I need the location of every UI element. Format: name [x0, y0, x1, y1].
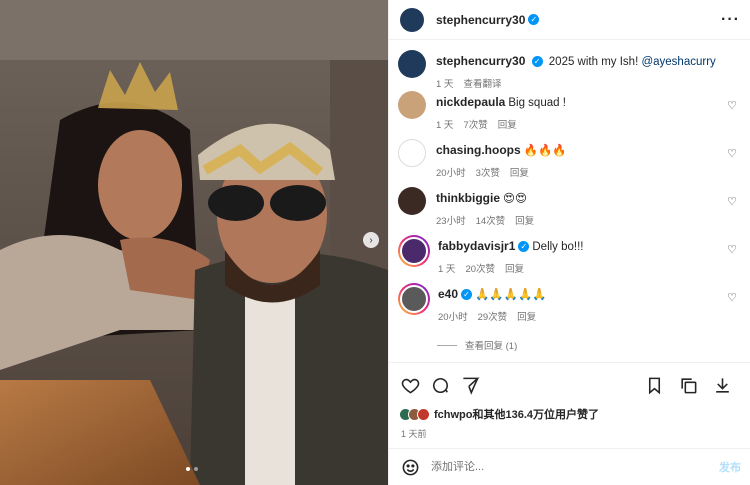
photo-dot [194, 467, 198, 471]
photo-illustration [0, 0, 388, 485]
commenter-avatar[interactable] [400, 285, 428, 313]
chevron-right-icon: › [369, 234, 373, 246]
caption-author[interactable]: stephencurry30 [436, 54, 525, 68]
photo-next-button[interactable]: › [363, 232, 379, 248]
comment-text: 😍😍 [503, 193, 527, 205]
comment-row: chasing.hoops 🔥🔥🔥 20小时 3次赞 回复 ♡ [398, 139, 743, 179]
commenter-avatar[interactable] [398, 139, 426, 167]
caption-author-avatar[interactable] [398, 50, 426, 78]
smile-icon[interactable] [399, 456, 421, 478]
post-comment-button[interactable]: 发布 [719, 459, 741, 475]
send-icon[interactable] [459, 374, 481, 396]
comment-row: thinkbiggie 😍😍 23小时 14次赞 回复 ♡ [398, 187, 743, 227]
comment-composer: 发布 [389, 448, 750, 485]
comment-meta: 20小时 29次赞 回复 [438, 309, 547, 323]
reply-button[interactable]: 回复 [498, 117, 517, 131]
comment-text: 🔥🔥🔥 [523, 145, 567, 157]
comment-likes[interactable]: 20次赞 [465, 261, 495, 275]
verified-badge-icon: ✓ [518, 241, 530, 253]
commenter-username[interactable]: fabbydavisjr1 [438, 239, 515, 253]
photo-pagination-dots [186, 467, 198, 471]
action-bar-right [643, 374, 741, 396]
caption-mention[interactable]: @ayeshacurry [641, 56, 715, 68]
author-username[interactable]: stephencurry30 [436, 13, 525, 27]
reply-button[interactable]: 回复 [517, 309, 536, 323]
comment-like-heart-icon[interactable]: ♡ [727, 291, 737, 304]
caption-row: stephencurry30 ✓ 2025 with my Ish! @ayes… [398, 50, 743, 90]
verified-badge-icon: ✓ [528, 14, 540, 25]
story-ring[interactable] [398, 235, 430, 267]
copy-icon[interactable] [677, 374, 699, 396]
comment-meta: 20小时 3次赞 回复 [436, 165, 567, 179]
heart-icon[interactable] [399, 374, 421, 396]
post-header: stephencurry30 ✓ ··· [389, 0, 750, 40]
likes-summary[interactable]: fchwpo和其他136.4万位用户赞了 [399, 406, 599, 422]
comment-row: e40 ✓ 🙏🙏🙏🙏🙏 20小时 29次赞 回复 ♡ [398, 283, 743, 323]
comment-text: 🙏🙏🙏🙏🙏 [475, 289, 547, 301]
comment-likes[interactable]: 3次赞 [476, 165, 500, 179]
comment-meta: 1 天 7次赞 回复 [436, 117, 566, 131]
commenter-username[interactable]: e40 [438, 287, 458, 301]
comment-time: 1 天 [436, 120, 454, 131]
more-horizontal-icon[interactable]: ··· [721, 11, 740, 29]
commenter-username[interactable]: nickdepaula [436, 95, 505, 109]
comment-likes[interactable]: 29次赞 [478, 309, 508, 323]
comment-text: Delly bo!!! [532, 241, 584, 253]
author-avatar[interactable] [400, 7, 424, 32]
comment-time: 20小时 [438, 312, 468, 323]
comments-list[interactable]: stephencurry30 ✓ 2025 with my Ish! @ayes… [389, 41, 750, 361]
verified-badge-icon: ✓ [461, 289, 473, 301]
post-viewer: › stephencurry30 ✓ ··· stephencurry30 ✓ … [0, 0, 750, 485]
comment-text-line: e40 ✓ 🙏🙏🙏🙏🙏 [438, 287, 547, 303]
comment-time: 23小时 [436, 216, 466, 227]
reply-button[interactable]: 回复 [510, 165, 529, 179]
commenter-avatar[interactable] [400, 237, 428, 265]
comment-like-heart-icon[interactable]: ♡ [727, 99, 737, 112]
reply-button[interactable]: 回复 [505, 261, 524, 275]
verified-badge-icon: ✓ [531, 56, 543, 68]
comment-text-line: thinkbiggie 😍😍 [436, 191, 534, 207]
comment-row: nickdepaula Big squad ! 1 天 7次赞 回复 ♡ [398, 91, 743, 131]
view-replies-label: 查看回复 (1) [465, 341, 518, 352]
action-bar [389, 362, 750, 407]
comment-text-line: chasing.hoops 🔥🔥🔥 [436, 143, 567, 159]
comment-icon[interactable] [429, 374, 451, 396]
comment-input[interactable] [431, 461, 719, 473]
comment-like-heart-icon[interactable]: ♡ [727, 243, 737, 256]
comment-text: Big squad ! [508, 97, 566, 109]
liker-avatar [417, 407, 430, 421]
likes-text: fchwpo和其他136.4万位用户赞了 [434, 409, 600, 421]
comment-meta: 23小时 14次赞 回复 [436, 213, 534, 227]
commenter-username[interactable]: thinkbiggie [436, 191, 500, 205]
commenter-avatar[interactable] [398, 91, 426, 119]
comment-text-line: fabbydavisjr1 ✓ Delly bo!!! [438, 239, 584, 255]
download-icon[interactable] [711, 374, 733, 396]
photo-dot [186, 467, 190, 471]
comment-like-heart-icon[interactable]: ♡ [727, 195, 737, 208]
comment-text-line: nickdepaula Big squad ! [436, 95, 566, 111]
translate-link[interactable]: 查看翻译 [463, 76, 501, 90]
posted-ago: 1 天前 [401, 429, 427, 439]
reply-button[interactable]: 回复 [515, 213, 534, 227]
post-photo[interactable]: › [0, 0, 388, 485]
comment-time: 1 天 [438, 264, 456, 275]
comment-time: 20小时 [436, 168, 466, 179]
caption-text: 2025 with my Ish! [548, 56, 639, 68]
commenter-avatar[interactable] [398, 187, 426, 215]
comment-like-heart-icon[interactable]: ♡ [727, 147, 737, 160]
comment-row: fabbydavisjr1 ✓ Delly bo!!! 1 天 20次赞 回复 ♡ [398, 235, 743, 275]
comment-meta: 1 天 20次赞 回复 [438, 261, 584, 275]
story-ring[interactable] [398, 283, 430, 315]
comment-likes[interactable]: 14次赞 [476, 213, 506, 227]
commenter-username[interactable]: chasing.hoops [436, 143, 521, 157]
bookmark-icon[interactable] [643, 374, 665, 396]
comment-likes[interactable]: 7次赞 [463, 117, 487, 131]
caption-meta: 1 天 查看翻译 [436, 76, 716, 90]
caption-time: 1 天 [436, 79, 454, 90]
divider-line [437, 344, 457, 346]
view-replies-button[interactable]: 查看回复 (1) [437, 338, 517, 352]
caption-text-line: stephencurry30 ✓ 2025 with my Ish! @ayes… [436, 54, 716, 70]
post-sidebar: stephencurry30 ✓ ··· stephencurry30 ✓ 20… [388, 0, 750, 485]
